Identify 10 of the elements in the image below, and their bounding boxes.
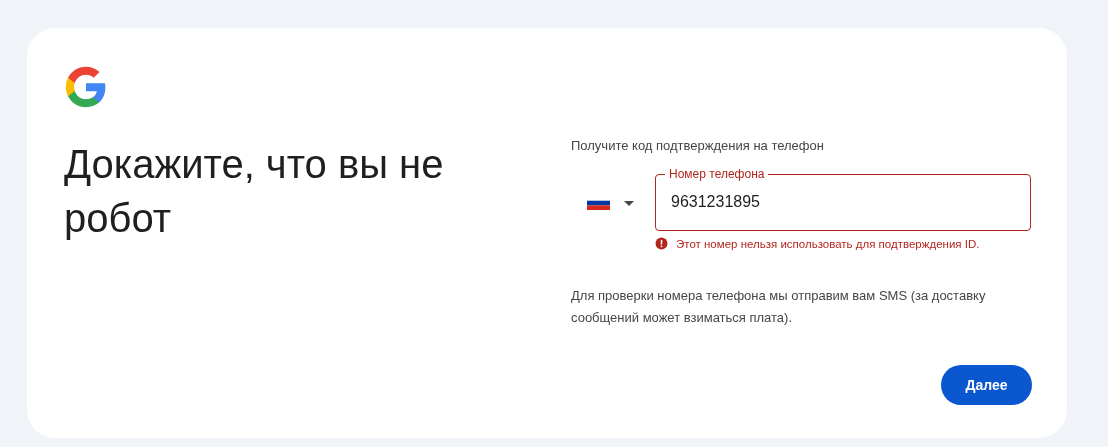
- sms-notice: Для проверки номера телефона мы отправим вам SMS (за доставку сообщений может взиматься плата).: [571, 287, 987, 327]
- error-message: Этот номер нельзя использовать для подтверждения ID.: [676, 237, 980, 250]
- phone-field[interactable]: Номер телефона 9631231895: [655, 167, 1031, 231]
- caret-icon: [624, 200, 634, 206]
- error-icon: [655, 237, 668, 250]
- subtitle: Получите код подтверждения на телефон: [571, 138, 825, 153]
- field-label: Номер телефона: [668, 167, 766, 181]
- logo-icon: [64, 65, 108, 109]
- page-title: Докажите, что вы не робот: [64, 141, 445, 242]
- next-button[interactable]: Далее: [941, 365, 1032, 405]
